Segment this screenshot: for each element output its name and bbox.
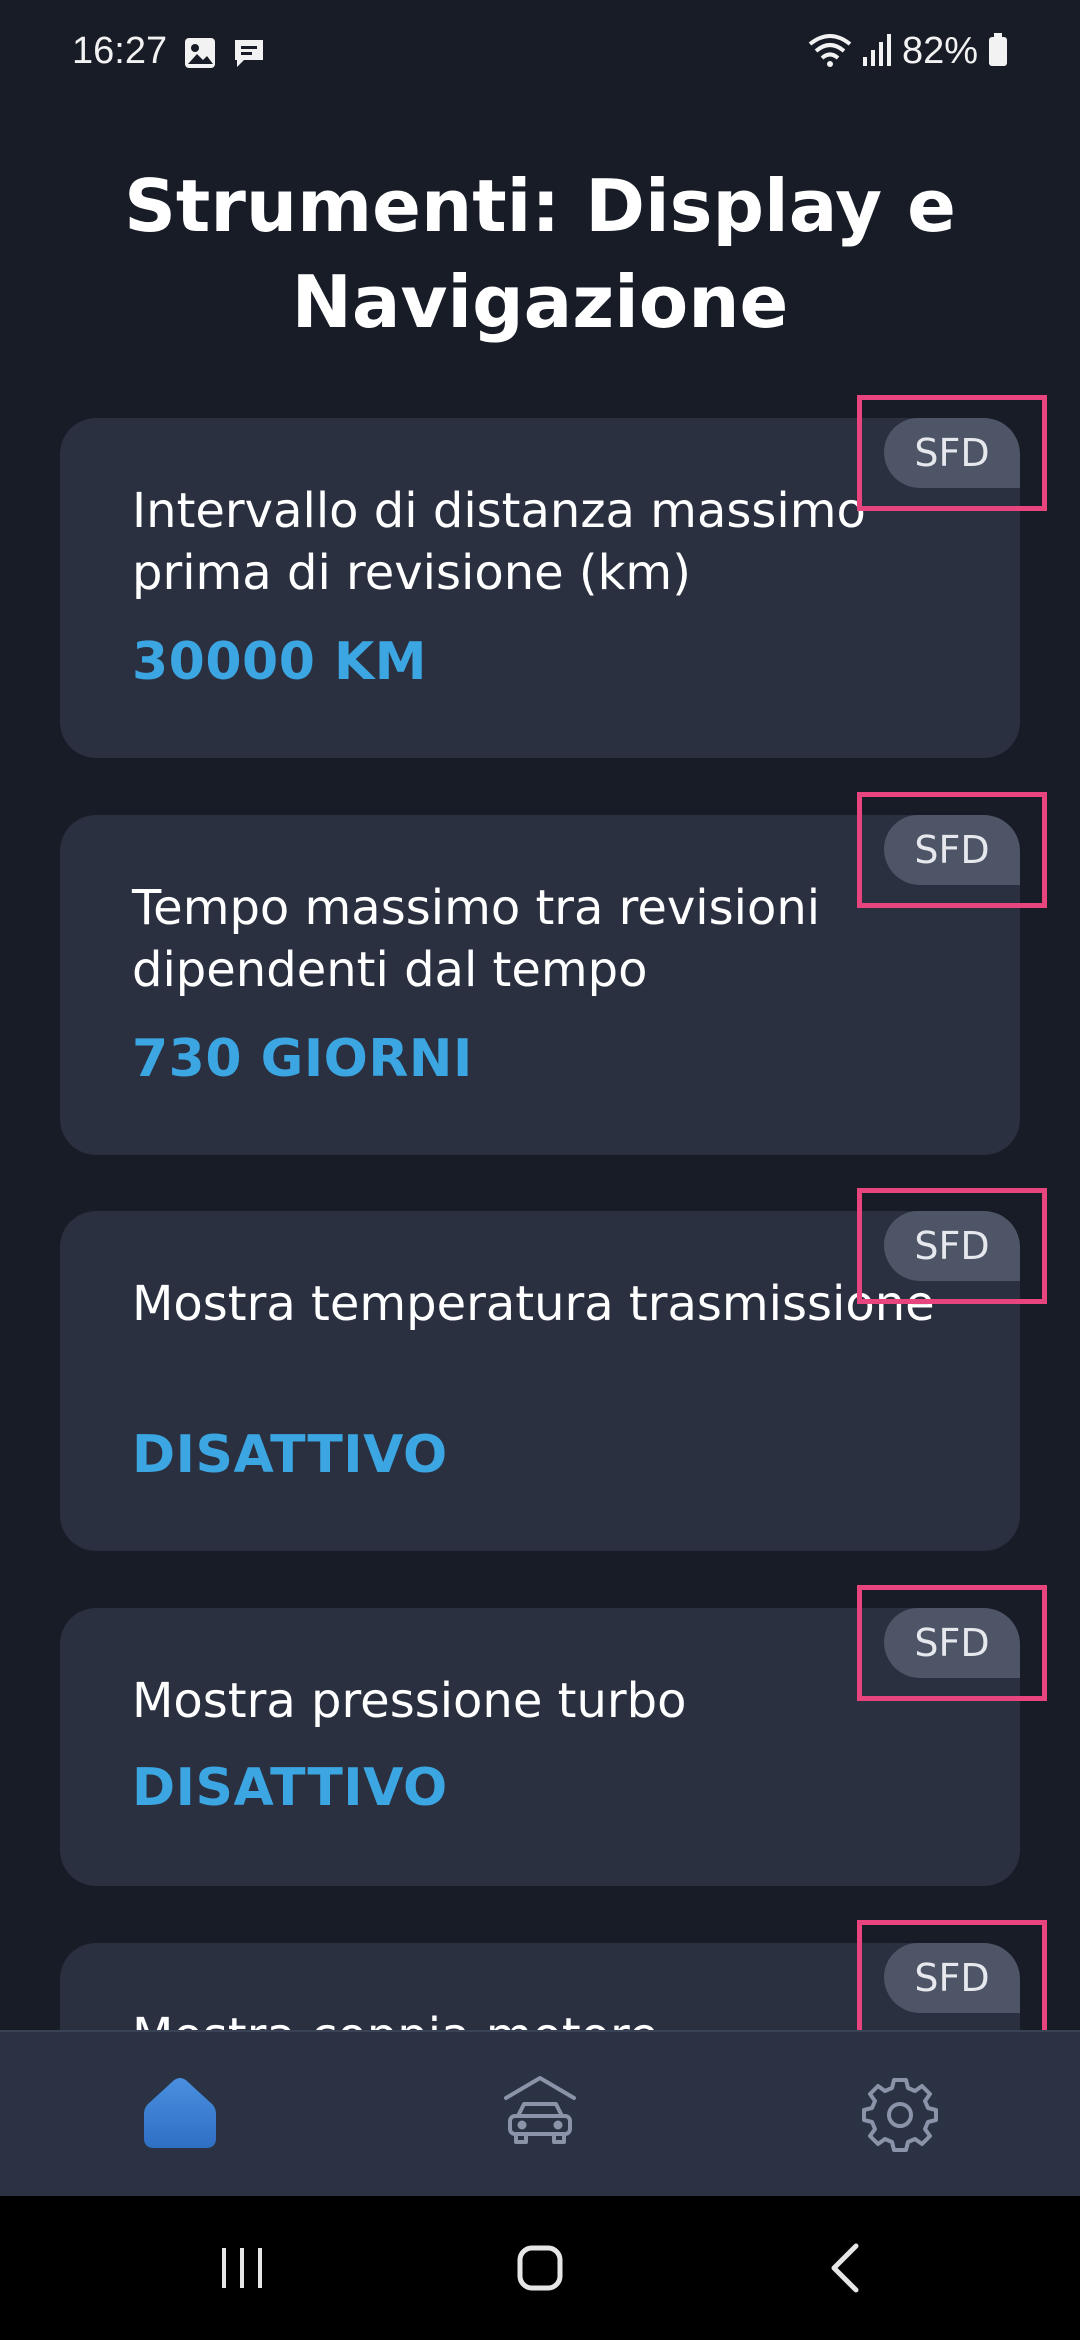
setting-value: 30000 KM (132, 632, 428, 692)
nav-vehicle[interactable] (500, 2072, 580, 2152)
settings-list[interactable]: Strumenti: Display e Navigazione SFD Int… (0, 0, 1080, 2030)
badge-highlight-box (857, 395, 1047, 511)
recent-apps-icon[interactable] (212, 2238, 272, 2302)
setting-value: DISATTIVO (132, 1425, 448, 1485)
badge-highlight-box (857, 1585, 1047, 1701)
badge-highlight-box (857, 1188, 1047, 1304)
car-garage-icon (500, 2076, 580, 2156)
setting-value: DISATTIVO (132, 1758, 448, 1818)
bottom-navigation (0, 2030, 1080, 2198)
gear-icon (860, 2078, 940, 2156)
home-icon (140, 2078, 220, 2156)
page-title: Strumenti: Display e Navigazione (124, 164, 956, 344)
back-icon[interactable] (818, 2238, 878, 2302)
nav-settings[interactable] (860, 2072, 940, 2152)
badge-highlight-box (857, 792, 1047, 908)
setting-value: 730 GIORNI (132, 1029, 473, 1089)
system-navigation-bar (0, 2196, 1080, 2340)
home-button-icon[interactable] (510, 2238, 570, 2302)
nav-home[interactable] (140, 2072, 220, 2152)
badge-highlight-box (857, 1920, 1047, 2030)
